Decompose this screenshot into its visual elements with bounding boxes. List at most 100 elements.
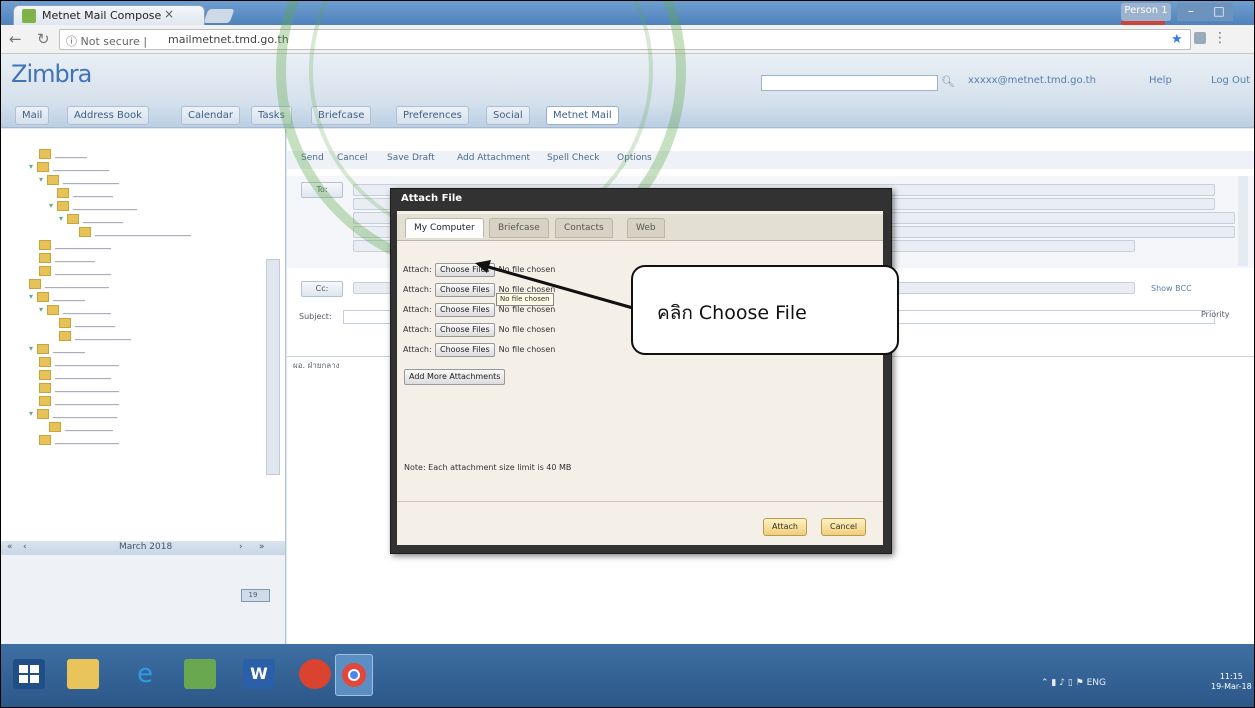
tab-briefcase-source[interactable]: Briefcase [489,218,549,238]
calendar-next-year-icon[interactable]: » [259,542,265,552]
calendar-month-label[interactable]: March 2018 [119,542,172,552]
folder-item[interactable]: ▾ __________ [59,213,123,225]
start-button-icon[interactable] [13,659,45,689]
attach-label: Attach: [403,305,432,314]
collapse-icon[interactable]: ▾ [29,343,37,355]
folder-item[interactable]: __________ [39,252,95,264]
browser-tab[interactable]: Metnet Mail Compose × [13,5,205,26]
maximize-button[interactable]: □ [1205,3,1233,21]
folder-item[interactable]: ▾ ________ [29,343,85,355]
folder-icon [47,304,59,315]
folder-item[interactable]: ▾ ________________ [29,408,117,420]
dialog-cancel-button[interactable]: Cancel [821,518,867,536]
dialog-title: Attach File [401,193,463,204]
word-icon[interactable]: W [243,659,275,689]
add-more-attachments-button[interactable]: Add More Attachments [404,369,506,385]
priority-selector[interactable]: Priority [1201,310,1229,319]
folder-item[interactable]: ______________ [59,330,131,342]
file-explorer-icon[interactable] [67,659,99,689]
folder-item[interactable]: ▾ ______________ [39,174,119,186]
calendar-today-label: 19 [248,591,258,599]
callout-text: คลิก Choose File [657,302,807,324]
browser-menu-icon[interactable]: ⋮ [1213,30,1227,46]
choose-files-button[interactable]: Choose Files [435,323,495,337]
folder-item[interactable]: ______________ [39,265,111,277]
collapse-icon[interactable]: ▾ [39,304,47,316]
calendar-prev-month-icon[interactable]: ‹ [23,542,27,552]
zimbra-logo[interactable]: Zimbra [11,60,92,88]
attachment-size-note: Note: Each attachment size limit is 40 M… [404,463,572,472]
collapse-icon[interactable]: ▾ [59,213,67,225]
system-tray[interactable]: ⌃ ▮ ♪ ▯ ⚑ ENG [1041,678,1106,688]
tab-close-icon[interactable]: × [164,7,174,21]
recipients-scrollbar[interactable] [1238,176,1248,266]
browser-tab-title: Metnet Mail Compose [42,9,162,22]
folder-icon [49,421,61,432]
minimize-button[interactable]: – [1177,3,1205,21]
folder-item[interactable]: ▾ ________ [29,291,85,303]
folder-icon [59,317,71,328]
search-icon[interactable]: 🔍︎ [941,75,955,88]
folder-item[interactable]: __________ [57,187,113,199]
collapse-icon[interactable]: ▾ [49,200,57,212]
reload-icon[interactable]: ↻ [37,30,50,48]
extension-icon[interactable] [1194,32,1206,44]
file-status: No file chosen [498,325,556,334]
help-menu[interactable]: Help [1149,75,1172,86]
profile-button[interactable]: Person 1 [1121,3,1171,21]
photos-app-icon[interactable] [184,659,216,689]
folder-icon [79,226,91,237]
folder-item[interactable]: ▾ ______________ [29,161,109,173]
search-input[interactable] [761,75,938,91]
folder-item[interactable]: ________________ [39,356,119,368]
collapse-icon[interactable]: ▾ [29,161,37,173]
folder-item[interactable]: ______________ [39,369,111,381]
collapse-icon[interactable]: ▾ [29,291,37,303]
user-email[interactable]: xxxxx@metnet.tmd.go.th [968,75,1096,86]
show-bcc-link[interactable]: Show BCC [1151,284,1192,293]
cc-button[interactable]: Cc: [301,281,343,297]
internet-explorer-icon[interactable]: e [129,659,161,689]
security-indicator[interactable]: ⓘ Not secure | [66,33,147,49]
collapse-icon[interactable]: ▾ [39,174,47,186]
dialog-tab-bar: My Computer Briefcase Contacts Web [397,214,883,241]
attach-label: Attach: [403,285,432,294]
folder-icon [67,213,79,224]
choose-files-button[interactable]: Choose Files [435,343,495,357]
tab-contacts-source[interactable]: Contacts [555,218,613,238]
tab-mail[interactable]: Mail [15,106,50,125]
folder-item[interactable]: ________________ [39,395,119,407]
folder-item[interactable]: ________________ [39,382,119,394]
tab-web-source[interactable]: Web [627,218,665,238]
input-language[interactable]: ENG [1087,678,1106,688]
calendar-prev-year-icon[interactable]: « [7,542,13,552]
zimbra-favicon-icon [22,9,36,23]
tab-address-book[interactable]: Address Book [67,106,149,125]
folder-item[interactable]: ▾ ____________ [39,304,111,316]
folder-icon [37,408,49,419]
folder-item[interactable]: ________________ [29,278,109,290]
sidebar-scrollbar[interactable] [266,259,280,475]
browser-window: Metnet Mail Compose × Person 1–□✕ ← ↻ ⓘ … [0,0,1255,708]
tab-my-computer[interactable]: My Computer [405,218,484,238]
folder-item[interactable]: ▾ ________________ [49,200,137,212]
bookmark-star-icon[interactable]: ★ [1171,32,1183,47]
folder-icon [47,174,59,185]
taskbar-clock[interactable]: 11:15 19-Mar-18 [1211,672,1252,692]
folder-item[interactable]: __________ [59,317,115,329]
attach-button[interactable]: Attach [763,518,807,536]
folder-item[interactable]: ________________ [39,434,119,446]
logout-link[interactable]: Log Out [1211,75,1250,86]
back-arrow-icon[interactable]: ← [9,30,22,48]
folder-icon [39,148,51,159]
folder-item[interactable]: ______________ [39,239,111,251]
folder-icon [39,382,51,393]
folder-item[interactable]: ________________________ [79,226,191,238]
folder-icon [39,252,51,263]
collapse-icon[interactable]: ▾ [29,408,37,420]
folder-item[interactable]: ____________ [49,421,113,433]
chrome-taskbar-icon[interactable] [335,654,373,696]
folder-item[interactable]: ________ [39,148,87,160]
calendar-next-month-icon[interactable]: › [239,542,243,552]
media-app-icon[interactable] [299,659,331,689]
